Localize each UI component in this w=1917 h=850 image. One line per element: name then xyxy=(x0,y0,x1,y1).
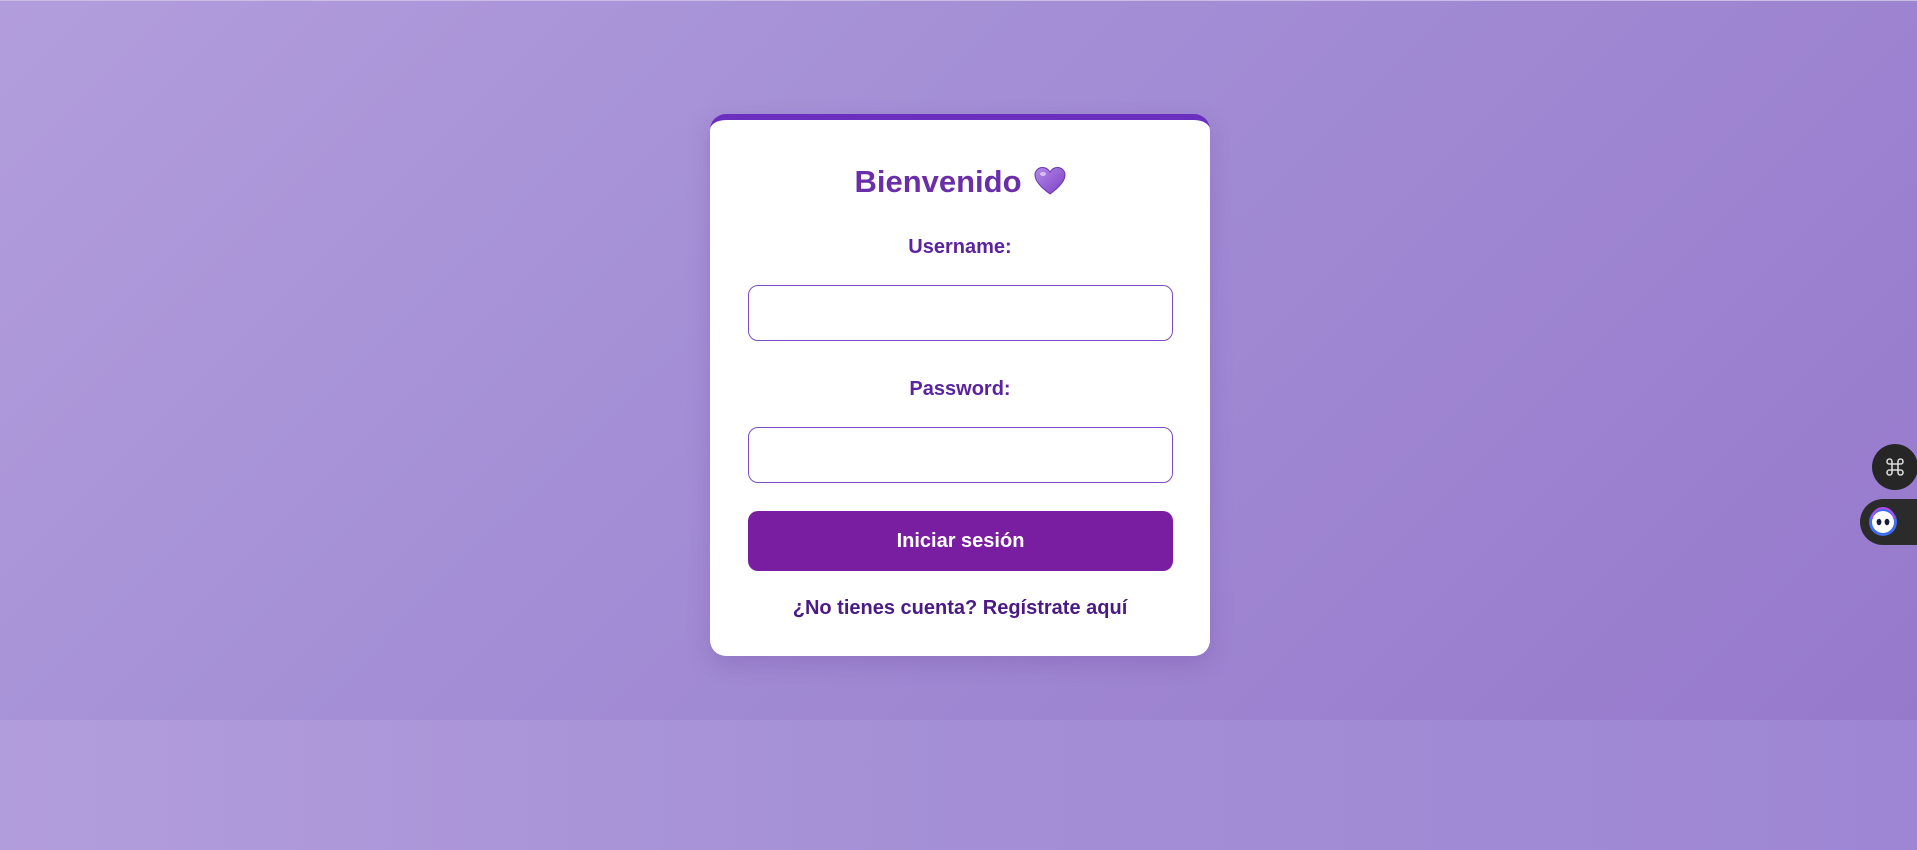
password-input[interactable] xyxy=(748,427,1173,483)
title-text: Bienvenido xyxy=(854,164,1022,199)
password-label: Password: xyxy=(909,378,1011,400)
page-title: Bienvenido xyxy=(710,164,1210,200)
purple-heart-icon xyxy=(1034,166,1066,195)
username-label: Username: xyxy=(908,236,1012,258)
side-widget-assistant[interactable] xyxy=(1860,499,1917,545)
side-widget-command[interactable] xyxy=(1872,444,1917,491)
assistant-button[interactable] xyxy=(1860,499,1917,545)
page-background-lower xyxy=(0,720,1917,850)
username-input[interactable] xyxy=(748,285,1173,341)
command-icon xyxy=(1886,458,1904,476)
register-link[interactable]: ¿No tienes cuenta? Regístrate aquí xyxy=(710,596,1210,620)
login-card: Bienvenido Username: Password: Iniciar s… xyxy=(710,114,1210,656)
command-button[interactable] xyxy=(1872,444,1917,490)
login-button[interactable]: Iniciar sesión xyxy=(748,511,1173,571)
assistant-face-icon xyxy=(1869,507,1897,536)
